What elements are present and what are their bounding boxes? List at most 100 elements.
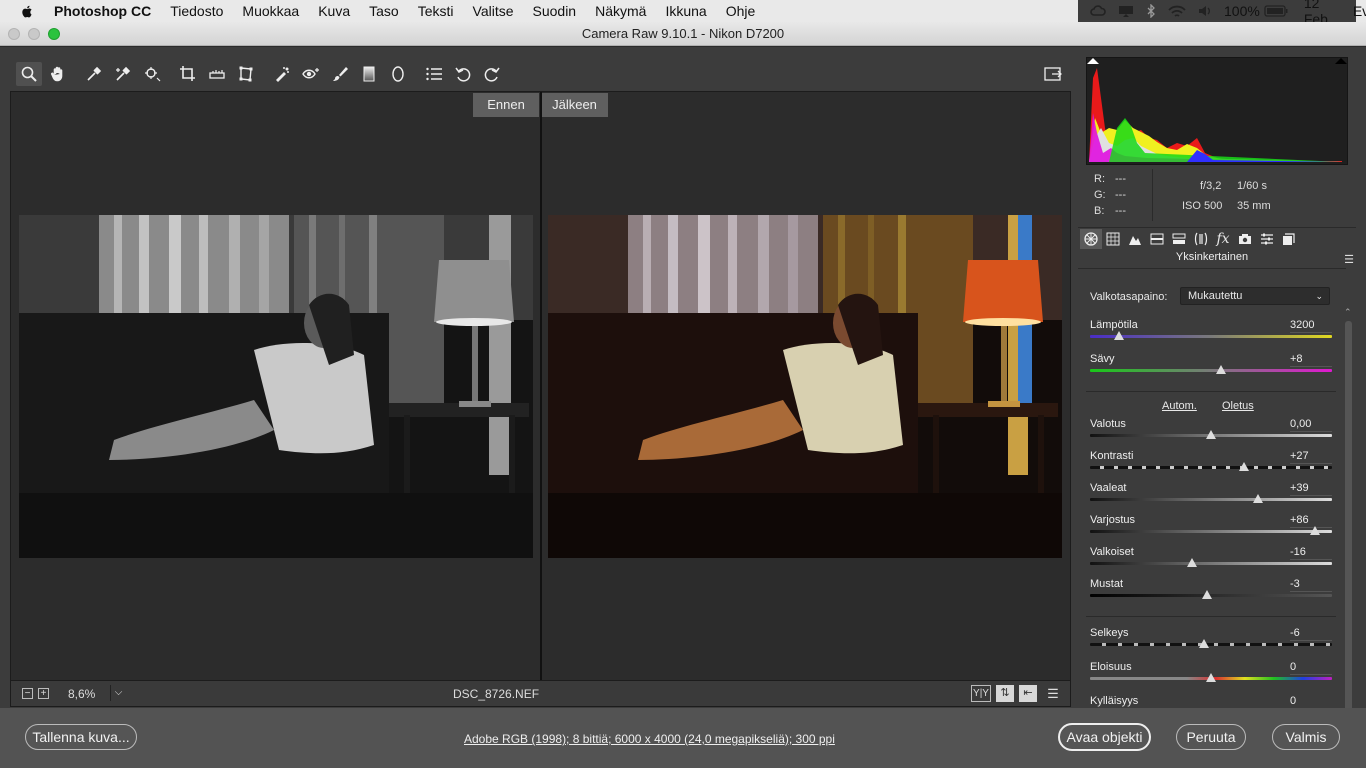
shadows-slider[interactable]: Varjostus +86 (1090, 514, 1332, 546)
clarity-slider[interactable]: Selkeys -6 (1090, 627, 1332, 659)
zoom-window-button[interactable] (48, 28, 60, 40)
slider-value[interactable]: +8 (1290, 353, 1332, 367)
tone-curve-tab-icon[interactable] (1102, 229, 1124, 249)
temperature-slider[interactable]: Lämpötila 3200 (1090, 319, 1332, 351)
targeted-adjustment-tool-icon[interactable] (139, 62, 165, 86)
menu-window[interactable]: Ikkuna (665, 3, 706, 19)
zoom-out-icon[interactable]: − (22, 688, 33, 699)
hsl-tab-icon[interactable] (1146, 229, 1168, 249)
zoom-level[interactable]: 8,6% (68, 687, 95, 701)
slider-track[interactable] (1090, 335, 1332, 338)
slider-value[interactable]: +27 (1290, 450, 1332, 464)
slider-track[interactable] (1090, 643, 1332, 646)
slider-thumb[interactable] (1238, 462, 1249, 471)
slider-thumb[interactable] (1206, 430, 1216, 439)
wifi-icon[interactable] (1168, 4, 1186, 18)
zoom-in-icon[interactable]: + (38, 688, 49, 699)
image-preview-area[interactable]: Ennen Jälkeen (10, 91, 1071, 681)
menu-edit[interactable]: Muokkaa (242, 3, 299, 19)
slider-value[interactable]: -3 (1290, 578, 1332, 592)
slider-thumb[interactable] (1114, 331, 1125, 340)
battery-icon[interactable] (1264, 4, 1288, 18)
creative-cloud-icon[interactable] (1090, 4, 1106, 18)
rotate-left-icon[interactable] (450, 62, 476, 86)
auto-link[interactable]: Autom. (1162, 400, 1197, 412)
close-window-button[interactable] (8, 28, 20, 40)
tint-slider[interactable]: Sävy +8 (1090, 353, 1332, 385)
slider-track[interactable] (1090, 369, 1332, 372)
exposure-slider[interactable]: Valotus 0,00 (1090, 418, 1332, 450)
menu-type[interactable]: Teksti (418, 3, 454, 19)
highlights-slider[interactable]: Vaaleat +39 (1090, 482, 1332, 514)
preferences-icon[interactable] (421, 62, 447, 86)
transform-tool-icon[interactable] (233, 62, 259, 86)
adjustment-brush-icon[interactable] (327, 62, 353, 86)
scroll-thumb[interactable] (1345, 321, 1352, 721)
whites-slider[interactable]: Valkoiset -16 (1090, 546, 1332, 578)
display-icon[interactable] (1118, 4, 1134, 18)
menu-file[interactable]: Tiedosto (170, 3, 223, 19)
slider-track[interactable] (1090, 498, 1332, 501)
slider-value[interactable]: 3200 (1290, 319, 1332, 333)
slider-thumb[interactable] (1215, 365, 1226, 374)
done-button[interactable]: Valmis (1272, 724, 1340, 750)
default-link[interactable]: Oletus (1222, 400, 1254, 412)
slider-value[interactable]: -16 (1290, 546, 1332, 560)
contrast-slider[interactable]: Kontrasti +27 (1090, 450, 1332, 482)
rotate-right-icon[interactable] (479, 62, 505, 86)
crop-tool-icon[interactable] (175, 62, 201, 86)
copy-settings-icon[interactable]: ⇤ (1019, 685, 1037, 702)
minimize-window-button[interactable] (28, 28, 40, 40)
saturation-slider[interactable]: Kylläisyys 0 (1090, 695, 1332, 707)
camera-calibration-tab-icon[interactable] (1234, 229, 1256, 249)
color-sampler-tool-icon[interactable] (110, 62, 136, 86)
straighten-tool-icon[interactable] (204, 62, 230, 86)
zoom-dropdown-icon[interactable]: ⌵ (110, 685, 126, 701)
apple-icon[interactable] (20, 3, 36, 19)
hand-tool-icon[interactable] (45, 62, 71, 86)
slider-value[interactable]: 0,00 (1290, 418, 1332, 432)
menu-layer[interactable]: Taso (369, 3, 399, 19)
radial-filter-icon[interactable] (385, 62, 411, 86)
slider-thumb[interactable] (1206, 673, 1216, 682)
swap-settings-icon[interactable]: ⇅ (996, 685, 1014, 702)
presets-tab-icon[interactable] (1256, 229, 1278, 249)
cancel-button[interactable]: Peruuta (1176, 724, 1246, 750)
white-balance-select[interactable]: Mukautettu ⌄ (1180, 287, 1330, 305)
panel-scrollbar[interactable]: ⌃ (1343, 307, 1354, 721)
menu-help[interactable]: Ohje (726, 3, 756, 19)
slider-value[interactable]: +39 (1290, 482, 1332, 496)
before-after-view-icon[interactable]: Y|Y (971, 685, 991, 702)
vibrance-slider[interactable]: Eloisuus 0 (1090, 661, 1332, 693)
detail-tab-icon[interactable] (1124, 229, 1146, 249)
slider-thumb[interactable] (1186, 558, 1197, 567)
white-balance-tool-icon[interactable] (81, 62, 107, 86)
basic-tab-icon[interactable] (1080, 228, 1102, 249)
effects-tab-icon[interactable]: fx (1212, 229, 1234, 249)
view-settings-icon[interactable]: ☰ (1044, 685, 1062, 702)
save-image-button[interactable]: Tallenna kuva... (25, 724, 137, 750)
slider-value[interactable]: 0 (1290, 695, 1332, 707)
menu-image[interactable]: Kuva (318, 3, 350, 19)
spot-removal-tool-icon[interactable] (269, 62, 295, 86)
lens-corrections-tab-icon[interactable] (1190, 229, 1212, 249)
graduated-filter-icon[interactable] (356, 62, 382, 86)
red-eye-removal-tool-icon[interactable] (298, 62, 324, 86)
slider-thumb[interactable] (1253, 494, 1264, 503)
blacks-slider[interactable]: Mustat -3 (1090, 578, 1332, 610)
scroll-up-icon[interactable]: ⌃ (1344, 307, 1352, 318)
volume-icon[interactable] (1198, 4, 1212, 18)
workflow-options-link[interactable]: Adobe RGB (1998); 8 bittiä; 6000 x 4000 … (464, 732, 835, 746)
slider-thumb[interactable] (1310, 526, 1321, 535)
menu-filter[interactable]: Suodin (533, 3, 577, 19)
bluetooth-icon[interactable] (1146, 4, 1156, 18)
slider-track[interactable] (1090, 530, 1332, 533)
split-toning-tab-icon[interactable] (1168, 229, 1190, 249)
slider-track[interactable] (1090, 562, 1332, 565)
snapshots-tab-icon[interactable] (1278, 229, 1300, 249)
slider-track[interactable] (1090, 466, 1332, 469)
slider-thumb[interactable] (1202, 590, 1213, 599)
menu-select[interactable]: Valitse (473, 3, 514, 19)
slider-thumb[interactable] (1198, 639, 1209, 648)
user-name[interactable]: Eve (1353, 3, 1366, 19)
